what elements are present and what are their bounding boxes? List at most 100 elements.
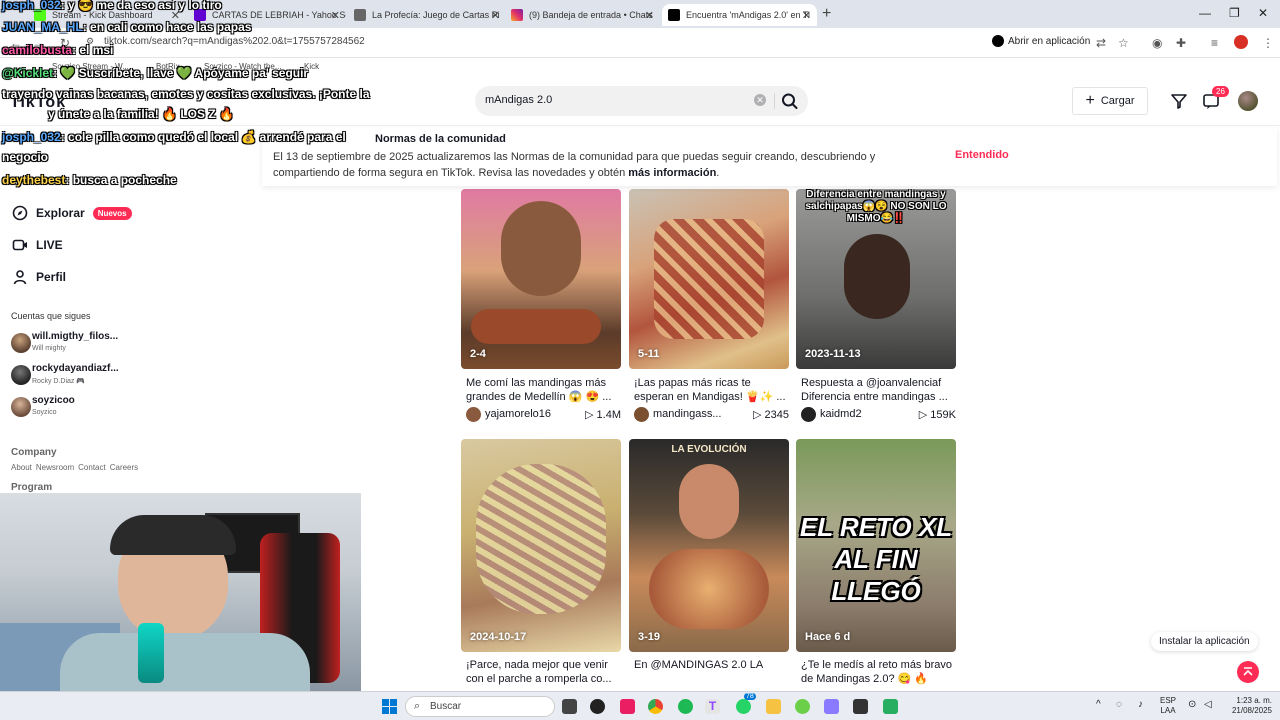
- video-thumbnail[interactable]: LA EVOLUCIÓN 3-19: [629, 439, 789, 652]
- app-icon[interactable]: [883, 699, 898, 714]
- chat-message: josph_032: cole pilla como quedó el loca…: [2, 130, 346, 144]
- footer-link[interactable]: Contact: [78, 463, 106, 472]
- footer-link[interactable]: Careers: [110, 463, 138, 472]
- network-icon[interactable]: ◌: [1116, 699, 1122, 710]
- file-explorer-icon[interactable]: [766, 699, 781, 714]
- video-card[interactable]: Diferencia entre mandingas y salchipapas…: [796, 189, 957, 424]
- app-icon[interactable]: [590, 699, 605, 714]
- video-card[interactable]: LA EVOLUCIÓN 3-19 En @MANDINGAS 2.0 LA: [629, 439, 790, 689]
- new-tab-button[interactable]: +: [822, 5, 831, 23]
- view-count: ▷ 159K: [918, 409, 956, 421]
- video-thumbnail[interactable]: EL RETO XL AL FIN LLEGÓ Hace 6 d: [796, 439, 956, 652]
- new-badge: Nuevos: [92, 206, 132, 220]
- close-icon[interactable]: ✕: [491, 9, 500, 22]
- chat-text: : y 😎 me da eso así y lo tiro: [60, 0, 222, 12]
- twitch-icon[interactable]: T: [705, 699, 720, 714]
- followed-account[interactable]: will.migthy_filos... Will mighty: [11, 330, 151, 356]
- chevron-up-icon[interactable]: ^: [1096, 699, 1101, 710]
- followed-account[interactable]: soyzicoo Soyzico: [11, 394, 151, 420]
- followed-account[interactable]: rockydayandiazf... Rocky D.Diaz 🎮: [11, 362, 151, 388]
- app-icon[interactable]: [795, 699, 810, 714]
- video-author[interactable]: mandingass...: [653, 408, 721, 420]
- filter-icon[interactable]: [1169, 91, 1189, 111]
- video-thumbnail[interactable]: Diferencia entre mandingas y salchipapas…: [796, 189, 956, 369]
- avatar[interactable]: [634, 407, 649, 422]
- avatar[interactable]: [1238, 91, 1258, 111]
- tiktok-app-icon[interactable]: [620, 699, 635, 714]
- account-name: rockydayandiazf...: [32, 363, 119, 374]
- account-display-name: Rocky D.Diaz 🎮: [32, 378, 86, 385]
- reading-list-icon[interactable]: ≡: [1211, 36, 1218, 50]
- footer-company[interactable]: Company: [11, 447, 57, 458]
- notice-end: .: [716, 167, 720, 179]
- video-card[interactable]: 2024-10-17 ¡Parce, nada mejor que venir …: [461, 439, 622, 689]
- volume-icon[interactable]: ◁: [1204, 699, 1212, 710]
- search-box[interactable]: mAndigas 2.0 ✕: [475, 86, 808, 116]
- bookmark-star-icon[interactable]: ☆: [1118, 36, 1129, 50]
- video-author[interactable]: kaidmd2: [820, 408, 862, 420]
- windows-start-icon[interactable]: [382, 699, 398, 715]
- avatar[interactable]: [466, 407, 481, 422]
- video-caption[interactable]: En @MANDINGAS 2.0 LA: [634, 658, 789, 672]
- profile-icon[interactable]: [1234, 35, 1248, 49]
- microphone-icon[interactable]: ♪: [1138, 699, 1143, 710]
- avatar[interactable]: [801, 407, 816, 422]
- extension-icon[interactable]: ◉: [1152, 36, 1162, 50]
- video-caption[interactable]: ¡Parce, nada mejor que venir con el parc…: [466, 658, 621, 686]
- video-card[interactable]: EL RETO XL AL FIN LLEGÓ Hace 6 d ¿Te le …: [796, 439, 957, 689]
- upload-button[interactable]: + Cargar: [1072, 87, 1148, 115]
- video-card[interactable]: 5-11 ¡Las papas más ricas te esperan en …: [629, 189, 790, 424]
- video-caption[interactable]: Me comí las mandingas más grandes de Med…: [466, 376, 621, 404]
- minimize-button[interactable]: —: [1199, 6, 1211, 20]
- search-icon[interactable]: [780, 92, 800, 110]
- sidebar-item-live[interactable]: LIVE: [12, 237, 63, 253]
- tab-instagram[interactable]: (9) Bandeja de entrada • Chats ✕: [505, 4, 660, 26]
- sidebar-item-profile[interactable]: Perfil: [12, 269, 66, 285]
- maximize-button[interactable]: ❐: [1229, 6, 1240, 20]
- wifi-icon[interactable]: ⊙: [1188, 699, 1196, 710]
- video-author[interactable]: yajamorelo16: [485, 408, 551, 420]
- footer-program[interactable]: Program: [11, 482, 52, 493]
- footer-link[interactable]: Newsroom: [36, 463, 74, 472]
- language-indicator[interactable]: ESP LAA: [1160, 696, 1176, 716]
- back-to-top-button[interactable]: [1237, 661, 1259, 683]
- url-field[interactable]: tiktok.com/search?q=mAndigas%202.0&t=175…: [104, 36, 365, 47]
- video-caption[interactable]: Respuesta a @joanvalenciaf Diferencia en…: [801, 376, 956, 404]
- close-icon[interactable]: ✕: [331, 9, 340, 22]
- video-caption[interactable]: ¡Las papas más ricas te esperan en Mandi…: [634, 376, 789, 404]
- close-icon[interactable]: ✕: [802, 9, 811, 22]
- taskbar-search[interactable]: ⌕ Buscar: [405, 696, 555, 717]
- tab-tiktok[interactable]: Encuentra 'mAndigas 2.0' en Ti ✕: [662, 4, 817, 26]
- whatsapp-icon[interactable]: [736, 699, 751, 714]
- search-input[interactable]: mAndigas 2.0: [485, 94, 552, 106]
- footer-link[interactable]: About: [11, 463, 32, 472]
- chat-message: @Kicklet: 💚 Suscríbete, llave 💚 Apóyame …: [2, 66, 308, 80]
- language-code: ESP: [1160, 696, 1177, 705]
- sidebar-item-explore[interactable]: Explorar Nuevos: [12, 205, 132, 221]
- menu-icon[interactable]: ⋮: [1262, 36, 1274, 50]
- more-info-link[interactable]: más información: [628, 167, 716, 179]
- app-icon[interactable]: [853, 699, 868, 714]
- install-app-button[interactable]: Instalar la aplicación: [1151, 632, 1258, 651]
- video-thumbnail[interactable]: 2-4: [461, 189, 621, 369]
- live-icon: [12, 239, 27, 251]
- tab-la-profecia[interactable]: La Profecía: Juego de Cartas Pi ✕: [348, 4, 506, 26]
- app-icon[interactable]: [824, 699, 839, 714]
- video-thumbnail[interactable]: 2024-10-17: [461, 439, 621, 652]
- task-view-icon[interactable]: [562, 699, 577, 714]
- video-card[interactable]: 2-4 Me comí las mandingas más grandes de…: [461, 189, 622, 424]
- taskbar-clock[interactable]: 1:23 a. m. 21/08/2025: [1226, 696, 1272, 716]
- spotify-icon[interactable]: [678, 699, 693, 714]
- chrome-icon[interactable]: [648, 699, 663, 714]
- video-caption[interactable]: ¿Te le medís al reto más bravo de Mandin…: [801, 658, 956, 686]
- puzzle-icon[interactable]: ✚: [1176, 36, 1186, 50]
- accept-button[interactable]: Entendido: [955, 149, 1009, 161]
- clear-search-icon[interactable]: ✕: [754, 94, 766, 106]
- window-close-button[interactable]: ✕: [1258, 6, 1268, 20]
- translate-icon[interactable]: ⇄: [1096, 36, 1106, 50]
- tab-label: La Profecía: Juego de Cartas Pi: [372, 10, 500, 20]
- video-thumbnail[interactable]: 5-11: [629, 189, 789, 369]
- video-date: Hace 6 d: [805, 631, 851, 643]
- open-in-app-button[interactable]: Abrir en aplicación: [992, 35, 1090, 47]
- close-icon[interactable]: ✕: [645, 9, 654, 22]
